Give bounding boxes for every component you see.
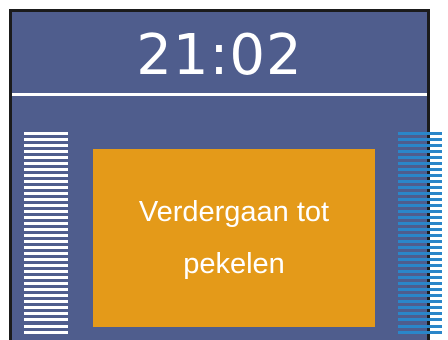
level-bar [398, 306, 442, 310]
level-bar [24, 312, 68, 316]
level-bar [24, 246, 68, 250]
level-bar [398, 270, 442, 274]
level-bar [24, 198, 68, 202]
level-bar [398, 144, 442, 148]
level-bar [24, 162, 68, 166]
level-bar [24, 138, 68, 142]
level-bar [24, 276, 68, 280]
level-bar [24, 210, 68, 214]
level-bar [398, 282, 442, 286]
level-bar [24, 192, 68, 196]
level-bar [24, 150, 68, 154]
level-bar [398, 318, 442, 322]
header-divider [12, 93, 427, 96]
level-bar [398, 264, 442, 268]
level-bar [398, 288, 442, 292]
level-bar [398, 300, 442, 304]
continue-to-brining-button[interactable]: Verdergaan tot pekelen [93, 149, 375, 327]
level-bar [24, 300, 68, 304]
level-bar [398, 234, 442, 238]
level-bar [24, 258, 68, 262]
level-bar [398, 240, 442, 244]
level-bar [24, 204, 68, 208]
level-bar [24, 330, 68, 334]
level-bar [398, 246, 442, 250]
level-bar [398, 294, 442, 298]
level-bar [398, 210, 442, 214]
level-bar [398, 330, 442, 334]
level-bar [398, 258, 442, 262]
level-bar [398, 252, 442, 256]
level-bar [24, 174, 68, 178]
level-bar [24, 252, 68, 256]
screen: 21:02 Verdergaan tot pekelen [0, 0, 448, 340]
level-bar [24, 282, 68, 286]
level-bar [398, 222, 442, 226]
level-bar [398, 186, 442, 190]
level-bar [24, 288, 68, 292]
level-bar [24, 306, 68, 310]
level-indicator-right [398, 132, 442, 334]
level-bar [398, 198, 442, 202]
level-bar [24, 216, 68, 220]
level-bar [398, 276, 442, 280]
level-bar [398, 324, 442, 328]
level-bar [24, 228, 68, 232]
level-bar [398, 192, 442, 196]
level-bar [24, 234, 68, 238]
level-bar [398, 132, 442, 135]
main-panel: 21:02 Verdergaan tot pekelen [9, 9, 442, 340]
level-bar [24, 324, 68, 328]
level-bar [24, 222, 68, 226]
level-bar [24, 156, 68, 160]
level-bar [398, 312, 442, 316]
level-bar [398, 150, 442, 154]
level-bar [24, 180, 68, 184]
level-bar [398, 162, 442, 166]
level-bar [24, 144, 68, 148]
level-bar [24, 270, 68, 274]
level-bar [398, 156, 442, 160]
level-bar [398, 138, 442, 142]
level-bar [398, 180, 442, 184]
level-indicator-left [24, 132, 68, 334]
level-bar [398, 174, 442, 178]
level-bar [398, 168, 442, 172]
level-bar [398, 228, 442, 232]
level-bar [24, 132, 68, 135]
level-bar [24, 318, 68, 322]
level-bar [24, 264, 68, 268]
level-bar [24, 186, 68, 190]
level-bar [398, 204, 442, 208]
level-bar [24, 294, 68, 298]
level-bar [24, 168, 68, 172]
continue-to-brining-label: Verdergaan tot pekelen [138, 196, 330, 280]
level-bar [24, 240, 68, 244]
clock-display: 21:02 [136, 23, 303, 88]
level-bar [398, 216, 442, 220]
